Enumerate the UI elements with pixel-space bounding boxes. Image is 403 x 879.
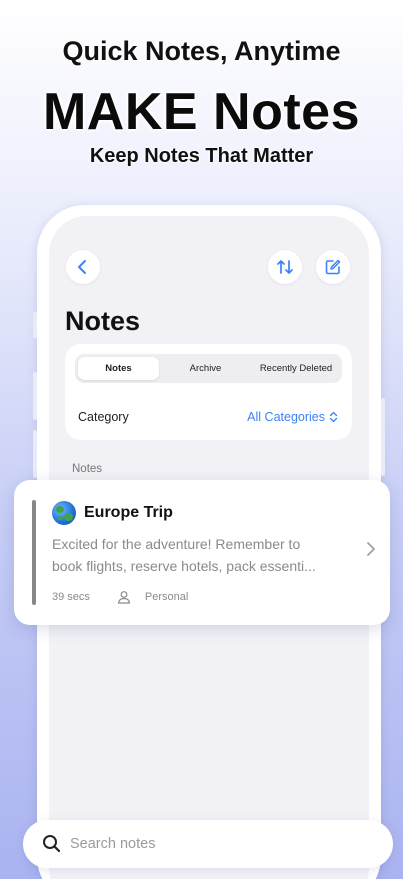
note-title: Europe Trip	[84, 504, 173, 521]
promo-tagline: Quick Notes, Anytime	[62, 36, 341, 66]
globe-icon	[52, 501, 76, 525]
segment-archive[interactable]: Archive	[163, 357, 248, 380]
search-icon	[43, 835, 61, 853]
promo-subtitle: Keep Notes That Matter	[89, 145, 314, 167]
person-icon	[117, 591, 131, 604]
compose-icon	[325, 259, 341, 275]
filter-card: Notes Archive Recently Deleted Category …	[65, 344, 352, 440]
category-value: All Categories	[247, 410, 325, 424]
note-preview-line: Excited for the adventure! Remember to	[52, 536, 301, 552]
chevron-left-icon	[78, 260, 86, 274]
segmented-control: Notes Archive Recently Deleted	[75, 354, 342, 383]
sort-button[interactable]	[268, 250, 302, 284]
phone-side-button	[33, 372, 37, 420]
note-card[interactable]: Europe Trip Excited for the adventure! R…	[14, 480, 390, 625]
segment-notes[interactable]: Notes	[78, 357, 159, 380]
category-label: Category	[78, 410, 129, 424]
search-input[interactable]	[70, 828, 370, 860]
category-selector[interactable]: All Categories	[247, 410, 338, 424]
note-color-bar	[32, 500, 36, 605]
search-bar[interactable]	[23, 820, 393, 868]
compose-button[interactable]	[316, 250, 350, 284]
phone-side-button	[33, 312, 37, 338]
note-preview: Excited for the adventure! Remember to b…	[52, 533, 352, 577]
note-category: Personal	[144, 591, 189, 603]
note-meta: 39 secs Personal	[52, 590, 188, 604]
page-title: Notes	[65, 306, 141, 336]
chevron-up-down-icon	[329, 411, 338, 423]
phone-side-button	[33, 430, 37, 478]
sort-arrows-icon	[277, 260, 293, 274]
chevron-right-icon	[367, 542, 375, 556]
promo-title: MAKE Notes	[42, 83, 361, 141]
back-button[interactable]	[66, 250, 100, 284]
phone-side-button	[381, 398, 385, 476]
section-label: Notes	[72, 463, 103, 475]
note-time: 39 secs	[52, 591, 90, 603]
segment-recently-deleted[interactable]: Recently Deleted	[252, 357, 340, 380]
note-preview-line: book flights, reserve hotels, pack essen…	[52, 558, 316, 574]
